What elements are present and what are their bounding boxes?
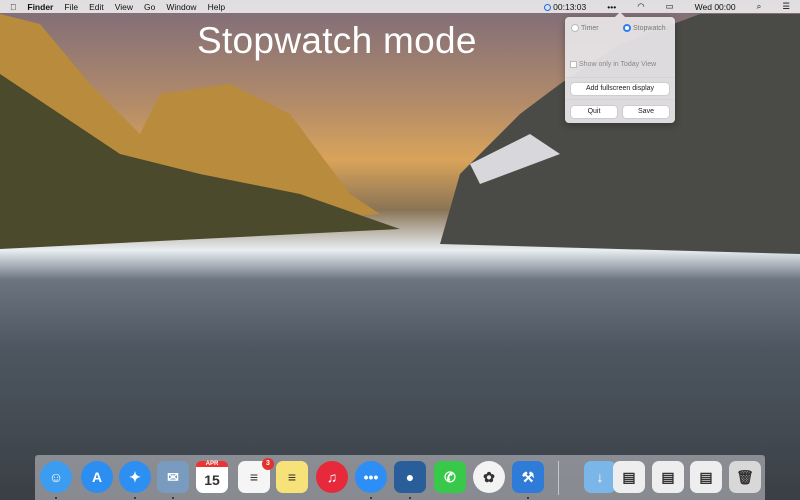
running-indicator: [409, 497, 411, 499]
dock-glyph: ✦: [129, 468, 141, 485]
dock-app-store-icon[interactable]: A: [81, 461, 113, 493]
dock-glyph: ●: [405, 469, 415, 485]
clock[interactable]: Wed 00:00: [695, 2, 736, 12]
dock-glyph: ✆: [444, 468, 456, 485]
dock-itunes-icon[interactable]: ♫: [316, 461, 348, 493]
dock-glyph: •••: [363, 469, 379, 485]
notification-badge: 3: [262, 458, 274, 470]
dock-mail-icon[interactable]: ✉: [157, 461, 189, 493]
menu-help[interactable]: Help: [208, 2, 225, 12]
dock-screenshot-2-icon[interactable]: ▤: [652, 461, 684, 493]
timer-label: Timer: [581, 24, 599, 32]
quit-button[interactable]: Quit: [571, 106, 617, 118]
calendar-month: APR: [196, 461, 228, 467]
menu-bar:  Finder File Edit View Go Window Help 0…: [0, 0, 800, 13]
running-indicator: [370, 497, 372, 499]
dock-glyph: ♫: [326, 469, 338, 485]
stopwatch-status-item[interactable]: 00:13:03: [544, 2, 586, 12]
dock-screenshot-3-icon[interactable]: ▤: [690, 461, 722, 493]
dock-glyph: ▤: [661, 468, 675, 485]
dock-screenshot-icon[interactable]: ▤: [613, 461, 645, 493]
dock-glyph: ≡: [287, 469, 297, 485]
wifi-icon[interactable]: ◠: [637, 1, 644, 12]
timer-readout: 00:13:03: [553, 1, 587, 12]
timer-radio[interactable]: Timer: [571, 24, 599, 32]
dock-glyph: ▤: [622, 468, 636, 485]
more-status-icon[interactable]: •••: [607, 2, 616, 12]
menu-edit[interactable]: Edit: [89, 2, 104, 12]
dock-photos-icon[interactable]: ✿: [473, 461, 505, 493]
menu-view[interactable]: View: [115, 2, 133, 12]
dock-glyph: 15: [204, 472, 220, 488]
dock-glyph: 🗑: [736, 468, 754, 485]
save-button[interactable]: Save: [623, 106, 669, 118]
dock-messages-icon[interactable]: •••: [355, 461, 387, 493]
dock-safari-icon[interactable]: ✦: [119, 461, 151, 493]
running-indicator: [172, 497, 174, 499]
stopwatch-mode-title: Stopwatch mode: [197, 20, 477, 61]
stopwatch-label: Stopwatch: [633, 24, 666, 32]
notification-center-icon[interactable]: ☰: [782, 1, 790, 12]
dock-tweetbot-icon[interactable]: ●: [394, 461, 426, 493]
dock-glyph: ▤: [699, 468, 713, 485]
running-indicator: [134, 497, 136, 499]
dock-trash-icon[interactable]: 🗑: [729, 461, 761, 493]
menu-file[interactable]: File: [64, 2, 78, 12]
running-indicator: [55, 497, 57, 499]
dock-glyph: A: [91, 469, 103, 485]
show-today-label: Show only in Today View: [579, 61, 657, 68]
dock-reminders-icon[interactable]: ≡ 3: [238, 458, 274, 493]
add-fullscreen-display-button[interactable]: Add fullscreen display: [571, 83, 669, 95]
battery-icon[interactable]: ▭: [666, 1, 674, 12]
menu-app-finder[interactable]: Finder: [27, 2, 53, 12]
checkbox-icon: [570, 61, 577, 68]
stopwatch-icon: [544, 3, 552, 11]
stopwatch-popover: Timer Stopwatch Show only in Today View …: [565, 12, 675, 123]
menu-window[interactable]: Window: [166, 2, 196, 12]
dock-glyph: ⚒: [521, 468, 535, 485]
dock-glyph: ↓: [596, 469, 604, 485]
dock-xcode-icon[interactable]: ⚒: [512, 461, 544, 493]
dock-glyph: ✿: [483, 468, 495, 485]
dock-calendar-icon[interactable]: 15 APR: [196, 461, 228, 493]
dock-separator: [558, 461, 559, 495]
divider: [565, 99, 675, 100]
dock-downloads-icon[interactable]: ↓: [584, 461, 616, 493]
apple-menu-icon[interactable]: : [10, 2, 16, 12]
radio-off-icon: [571, 24, 579, 32]
dock-finder-icon[interactable]: ☺: [40, 461, 72, 493]
dock-glyph: ✉: [167, 468, 179, 485]
menu-go[interactable]: Go: [144, 2, 155, 12]
divider: [565, 77, 675, 78]
running-indicator: [527, 497, 529, 499]
dock-glyph: ☺: [48, 469, 64, 485]
spotlight-search-icon[interactable]: ⌕: [757, 1, 762, 12]
radio-on-icon: [623, 24, 631, 32]
dock-glyph: ≡: [249, 469, 259, 485]
dock: ☺ A ✦ ✉ 15 APR ≡ 3 ≡ ♫ ••• ● ✆ ✿ ⚒ ↓ ▤ ▤ ▤ 🗑: [35, 455, 765, 500]
dock-notes-icon[interactable]: ≡: [276, 461, 308, 493]
show-today-checkbox[interactable]: Show only in Today View: [570, 61, 656, 68]
dock-facetime-icon[interactable]: ✆: [434, 461, 466, 493]
stopwatch-radio[interactable]: Stopwatch: [623, 24, 666, 32]
